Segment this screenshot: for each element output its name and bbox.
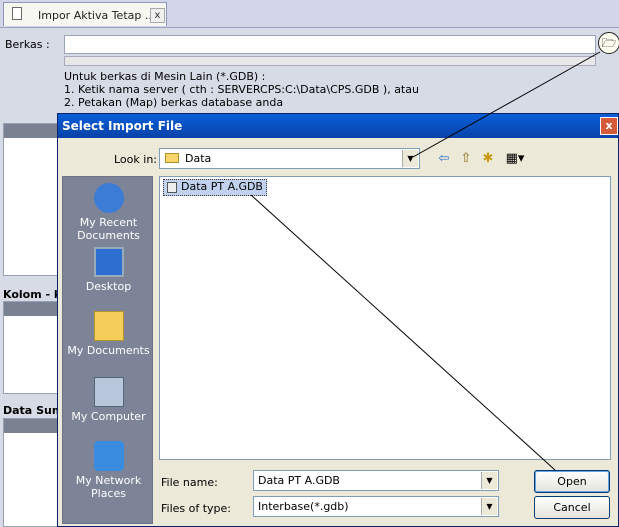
annotation-lines [250,51,601,471]
annotation-line [412,51,601,158]
annotation-line [250,194,556,471]
